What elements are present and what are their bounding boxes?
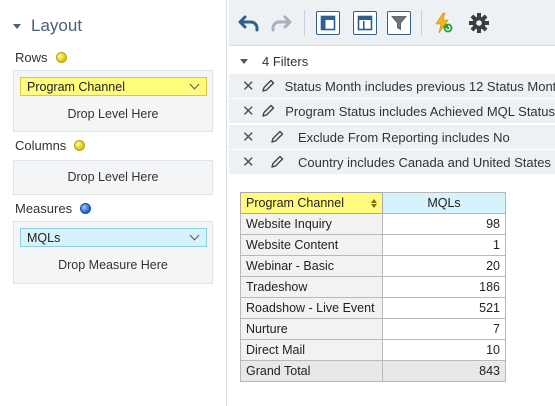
gear-icon[interactable] — [467, 11, 491, 35]
filter-row[interactable]: ✕ Exclude From Reporting includes No — [229, 125, 555, 149]
table-row: Tradeshow 186 — [240, 276, 506, 298]
cell-value[interactable]: 186 — [382, 276, 506, 298]
table-row: Roadshow - Live Event 521 — [240, 297, 506, 319]
row-header-program-channel[interactable]: Program Channel — [240, 192, 383, 214]
chevron-down-icon[interactable] — [189, 230, 200, 241]
toolbar-separator — [304, 10, 305, 36]
rows-dot-icon — [55, 52, 67, 63]
cell-value[interactable]: 10 — [382, 339, 506, 361]
layout-title: Layout — [31, 16, 83, 35]
row-label[interactable]: Website Inquiry — [240, 213, 383, 235]
refresh-icon[interactable] — [431, 11, 455, 35]
cell-value[interactable]: 1 — [382, 234, 506, 256]
grand-total-row: Grand Total 843 — [240, 360, 506, 382]
rows-label: Rows — [15, 50, 48, 65]
layout-panel-icon[interactable] — [316, 11, 340, 35]
pencil-icon[interactable] — [269, 154, 289, 170]
cell-value[interactable]: 20 — [382, 255, 506, 277]
grid-layout-icon[interactable] — [353, 11, 377, 35]
cell-value[interactable]: 521 — [382, 297, 506, 319]
layout-panel: Layout Rows Program Channel Drop Level H… — [0, 0, 226, 406]
chevron-down-icon[interactable] — [189, 79, 200, 90]
columns-drop-hint: Drop Level Here — [67, 170, 159, 184]
grand-total-value[interactable]: 843 — [382, 360, 506, 382]
filter-text: Country includes Canada and United State… — [298, 154, 551, 170]
toolbar — [229, 0, 555, 46]
filter-text: Exclude From Reporting includes No — [298, 129, 510, 145]
pencil-icon[interactable] — [260, 103, 276, 119]
measures-section-label: Measures — [15, 201, 92, 216]
row-label[interactable]: Tradeshow — [240, 276, 383, 298]
filter-row[interactable]: ✕ Program Status includes Achieved MQL S… — [229, 99, 555, 123]
table-row: Website Content 1 — [240, 234, 506, 256]
row-header-label: Program Channel — [246, 196, 344, 210]
rows-section-label: Rows — [15, 50, 67, 65]
filter-icon[interactable] — [387, 11, 411, 35]
collapse-caret-icon[interactable] — [240, 58, 248, 64]
measure-chip-label: MQLs — [27, 230, 61, 245]
cell-value[interactable]: 7 — [382, 318, 506, 340]
filters-title: 4 Filters — [262, 53, 309, 69]
row-level-chip[interactable]: Program Channel — [20, 77, 207, 96]
pencil-icon[interactable] — [269, 129, 289, 145]
filter-text: Status Month includes previous 12 Status… — [284, 78, 555, 94]
table-row: Website Inquiry 98 — [240, 213, 506, 235]
columns-section-label: Columns — [15, 138, 86, 153]
columns-label: Columns — [15, 138, 67, 153]
undo-icon[interactable] — [237, 11, 261, 35]
measures-dot-icon — [80, 203, 92, 214]
row-level-chip-label: Program Channel — [27, 79, 125, 94]
close-icon[interactable]: ✕ — [242, 77, 255, 95]
row-label[interactable]: Roadshow - Live Event — [240, 297, 383, 319]
sort-icon[interactable] — [371, 199, 377, 208]
column-header-mqls[interactable]: MQLs — [382, 192, 506, 214]
collapse-caret-icon[interactable] — [13, 23, 21, 29]
close-icon[interactable]: ✕ — [242, 128, 264, 146]
pencil-icon[interactable] — [260, 78, 276, 94]
row-label[interactable]: Nurture — [240, 318, 383, 340]
cell-value[interactable]: 98 — [382, 213, 506, 235]
measures-label: Measures — [15, 201, 73, 216]
pivot-table: Program Channel MQLs Website Inquiry 98 … — [240, 192, 506, 382]
table-row: Nurture 7 — [240, 318, 506, 340]
toolbar-separator — [421, 10, 422, 36]
pivot-header-row: Program Channel MQLs — [240, 192, 506, 214]
panel-divider[interactable] — [226, 0, 227, 406]
measure-chip[interactable]: MQLs — [20, 228, 207, 247]
measures-drop-zone[interactable]: MQLs Drop Measure Here — [13, 221, 213, 284]
row-label[interactable]: Webinar - Basic — [240, 255, 383, 277]
rows-drop-zone[interactable]: Program Channel Drop Level Here — [13, 70, 213, 132]
redo-icon[interactable] — [269, 11, 293, 35]
row-label[interactable]: Direct Mail — [240, 339, 383, 361]
rows-drop-hint: Drop Level Here — [67, 107, 159, 121]
close-icon[interactable]: ✕ — [242, 153, 264, 171]
close-icon[interactable]: ✕ — [242, 102, 255, 120]
columns-drop-zone[interactable]: Drop Level Here — [13, 160, 213, 195]
table-row: Webinar - Basic 20 — [240, 255, 506, 277]
filter-text: Program Status includes Achieved MQL Sta… — [285, 103, 555, 119]
measures-drop-hint: Drop Measure Here — [58, 258, 168, 272]
grand-total-label: Grand Total — [240, 360, 383, 382]
table-row: Direct Mail 10 — [240, 339, 506, 361]
row-label[interactable]: Website Content — [240, 234, 383, 256]
columns-dot-icon — [74, 140, 86, 151]
filters-header[interactable]: 4 Filters — [240, 52, 308, 70]
filter-row[interactable]: ✕ Country includes Canada and United Sta… — [229, 150, 555, 174]
filter-row[interactable]: ✕ Status Month includes previous 12 Stat… — [229, 74, 555, 98]
layout-header[interactable]: Layout — [13, 14, 82, 38]
